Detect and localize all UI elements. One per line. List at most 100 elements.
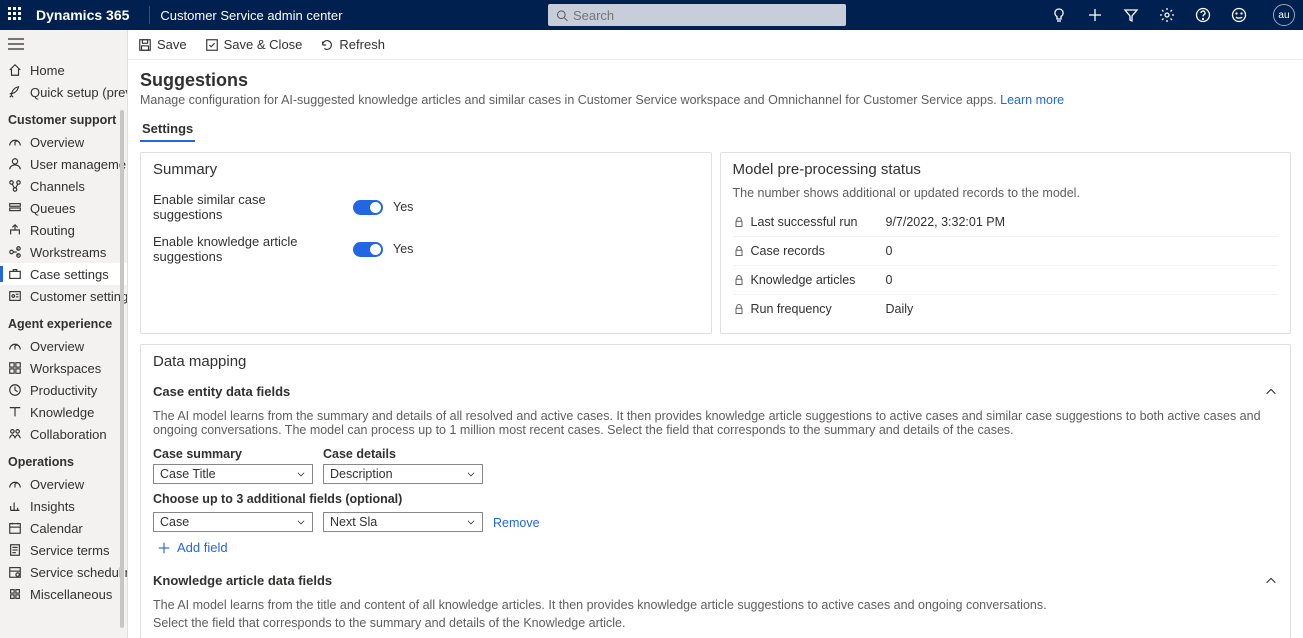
case-summary-select[interactable]: Case Title — [153, 464, 313, 484]
avatar[interactable]: au — [1273, 4, 1295, 26]
scheduling-icon — [8, 565, 22, 579]
sidebar-item-miscellaneous[interactable]: Miscellaneous — [0, 583, 127, 605]
page-title: Suggestions — [140, 70, 1291, 91]
sidebar-item-channels[interactable]: Channels — [0, 175, 127, 197]
sidebar-item-case-settings[interactable]: Case settings — [0, 263, 127, 285]
add-icon[interactable] — [1087, 7, 1103, 23]
add-field-button[interactable]: Add field — [157, 540, 1278, 555]
global-search[interactable] — [548, 4, 846, 26]
case-details-select[interactable]: Description — [323, 464, 483, 484]
sidebar-item-routing[interactable]: Routing — [0, 219, 127, 241]
sidebar-item-workstreams[interactable]: Workstreams — [0, 241, 127, 263]
case-entity-header[interactable]: Case entity data fields — [153, 378, 1278, 405]
article-help-text-1: The AI model learns from the title and c… — [153, 598, 1278, 612]
sidebar-item-quick-setup[interactable]: Quick setup (previ... — [0, 81, 127, 103]
additional-field-1-select[interactable]: Case — [153, 512, 313, 532]
similar-case-toggle[interactable] — [353, 200, 383, 215]
lock-icon — [733, 303, 745, 315]
sidebar-item-queues[interactable]: Queues — [0, 197, 127, 219]
lightbulb-icon[interactable] — [1051, 7, 1067, 23]
sidebar: Home Quick setup (previ... Customer supp… — [0, 30, 128, 638]
chevron-down-icon — [296, 517, 306, 527]
user-icon — [8, 157, 22, 171]
sidebar-item-label: Overview — [30, 135, 84, 150]
status-card: Model pre-processing status The number s… — [720, 152, 1292, 334]
tab-settings[interactable]: Settings — [140, 119, 195, 142]
sidebar-item-knowledge[interactable]: Knowledge — [0, 401, 127, 423]
sidebar-item-user-management[interactable]: User management — [0, 153, 127, 175]
sidebar-item-label: User management — [30, 157, 127, 172]
sidebar-item-insights[interactable]: Insights — [0, 495, 127, 517]
sidebar-item-label: Service scheduling — [30, 565, 127, 580]
plus-icon — [157, 541, 171, 555]
summary-card: Summary Enable similar case suggestions … — [140, 152, 712, 334]
terms-icon — [8, 543, 22, 557]
additional-fields-label: Choose up to 3 additional fields (option… — [153, 492, 1278, 506]
sidebar-item-workspaces[interactable]: Workspaces — [0, 357, 127, 379]
customer-icon — [8, 289, 22, 303]
search-input[interactable] — [573, 8, 838, 23]
case-icon — [8, 267, 22, 281]
refresh-button[interactable]: Refresh — [320, 37, 385, 52]
sidebar-item-label: Channels — [30, 179, 85, 194]
save-close-label: Save & Close — [224, 37, 303, 52]
remove-link[interactable]: Remove — [493, 516, 540, 532]
refresh-label: Refresh — [339, 37, 385, 52]
sidebar-item-customer-settings[interactable]: Customer settings — [0, 285, 127, 307]
sidebar-item-home[interactable]: Home — [0, 59, 127, 81]
sidebar-item-overview-op[interactable]: Overview — [0, 473, 127, 495]
knowledge-article-header[interactable]: Knowledge article data fields — [153, 567, 1278, 594]
sidebar-item-overview-ae[interactable]: Overview — [0, 335, 127, 357]
help-icon[interactable] — [1195, 7, 1211, 23]
app-launcher-icon[interactable] — [8, 7, 24, 23]
sidebar-item-service-terms[interactable]: Service terms — [0, 539, 127, 561]
chevron-up-icon — [1264, 574, 1278, 588]
case-help-text: The AI model learns from the summary and… — [153, 409, 1278, 437]
lock-icon — [733, 274, 745, 286]
sidebar-item-overview-cs[interactable]: Overview — [0, 131, 127, 153]
overview-icon — [8, 135, 22, 149]
feedback-icon[interactable] — [1231, 7, 1247, 23]
chevron-up-icon — [1264, 385, 1278, 399]
rocket-icon — [8, 85, 22, 99]
case-summary-label: Case summary — [153, 447, 313, 461]
sidebar-group-operations: Operations — [0, 445, 127, 473]
sidebar-group-agent-experience: Agent experience — [0, 307, 127, 335]
sidebar-item-calendar[interactable]: Calendar — [0, 517, 127, 539]
chevron-down-icon — [296, 469, 306, 479]
status-label: Knowledge articles — [751, 273, 886, 287]
sidebar-item-label: Quick setup (previ... — [30, 85, 127, 100]
save-button[interactable]: Save — [138, 37, 187, 52]
sidebar-item-label: Customer settings — [30, 289, 127, 304]
gear-icon[interactable] — [1159, 7, 1175, 23]
sidebar-item-label: Routing — [30, 223, 75, 238]
sidebar-item-label: Calendar — [30, 521, 83, 536]
sidebar-item-label: Knowledge — [30, 405, 94, 420]
sidebar-item-productivity[interactable]: Productivity — [0, 379, 127, 401]
refresh-icon — [320, 38, 334, 52]
save-close-icon — [205, 38, 219, 52]
save-label: Save — [157, 37, 187, 52]
sidebar-item-label: Overview — [30, 339, 84, 354]
routing-icon — [8, 223, 22, 237]
sidebar-item-label: Miscellaneous — [30, 587, 112, 602]
toggle-label: Enable similar case suggestions — [153, 192, 313, 222]
filter-icon[interactable] — [1123, 7, 1139, 23]
command-bar: Save Save & Close Refresh — [128, 30, 1303, 60]
hamburger-icon[interactable] — [0, 36, 127, 59]
knowledge-icon — [8, 405, 22, 419]
sidebar-item-collaboration[interactable]: Collaboration — [0, 423, 127, 445]
save-close-button[interactable]: Save & Close — [205, 37, 303, 52]
sidebar-group-customer-support: Customer support — [0, 103, 127, 131]
insights-icon — [8, 499, 22, 513]
sidebar-item-label: Service terms — [30, 543, 109, 558]
sidebar-item-label: Queues — [30, 201, 76, 216]
sidebar-item-label: Collaboration — [30, 427, 107, 442]
sidebar-item-service-scheduling[interactable]: Service scheduling — [0, 561, 127, 583]
toggle-value: Yes — [393, 200, 413, 214]
app-name: Customer Service admin center — [160, 8, 342, 23]
additional-field-2-select[interactable]: Next Sla — [323, 512, 483, 532]
learn-more-link[interactable]: Learn more — [1000, 93, 1064, 107]
chevron-down-icon — [466, 469, 476, 479]
knowledge-article-toggle[interactable] — [353, 242, 383, 257]
